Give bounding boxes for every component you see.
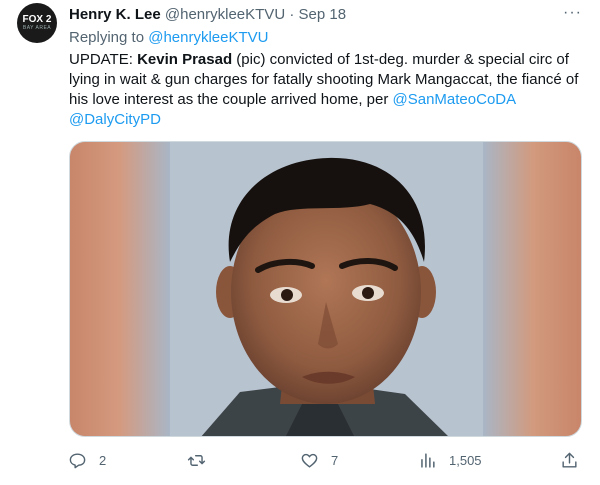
retweet-icon (187, 454, 206, 466)
reply-button[interactable]: 2 (68, 448, 106, 472)
display-name[interactable]: Henry K. Lee (69, 6, 161, 23)
views-count: 1,505 (449, 452, 482, 468)
avatar-logo-text: FOX 2 (22, 14, 52, 25)
replying-to-handle[interactable]: @henrykleeKTVU (148, 29, 268, 46)
share-button[interactable] (560, 448, 579, 472)
retweet-button[interactable] (187, 448, 218, 472)
tweet-text-bold-name: Kevin Prasad (137, 51, 233, 68)
separator: · (289, 6, 295, 23)
views-button[interactable]: 1,505 (418, 448, 482, 472)
avatar-logo-subtext: BAY AREA (22, 25, 52, 31)
mention-sanmateocoda[interactable]: @SanMateoCoDA (393, 91, 517, 108)
like-icon (301, 453, 318, 468)
tweet-text-part1: UPDATE: (69, 51, 138, 68)
tweet-header: Henry K. Lee @henrykleeKTVU · Sep 18 (69, 5, 346, 25)
avatar[interactable]: FOX 2 BAY AREA (17, 3, 57, 43)
views-icon (421, 452, 435, 468)
more-icon[interactable]: ··· (563, 4, 582, 22)
tweet: FOX 2 BAY AREA Henry K. Lee @henrykleeKT… (0, 0, 600, 485)
like-count: 7 (331, 452, 339, 468)
tweet-photo[interactable] (69, 141, 582, 437)
reply-icon (69, 452, 86, 468)
replying-to: Replying to @henrykleeKTVU (69, 28, 269, 48)
user-handle[interactable]: @henrykleeKTVU (165, 6, 285, 23)
share-icon (562, 452, 577, 468)
like-button[interactable]: 7 (300, 448, 338, 472)
tweet-actions: 2 7 1,505 (60, 448, 590, 472)
replying-to-label: Replying to (69, 29, 145, 46)
tweet-text: UPDATE: Kevin Prasad (pic) convicted of … (69, 50, 584, 130)
tweet-date[interactable]: Sep 18 (299, 6, 347, 23)
mention-dalycitypd[interactable]: @DalyCityPD (69, 111, 161, 128)
reply-count: 2 (99, 452, 107, 468)
